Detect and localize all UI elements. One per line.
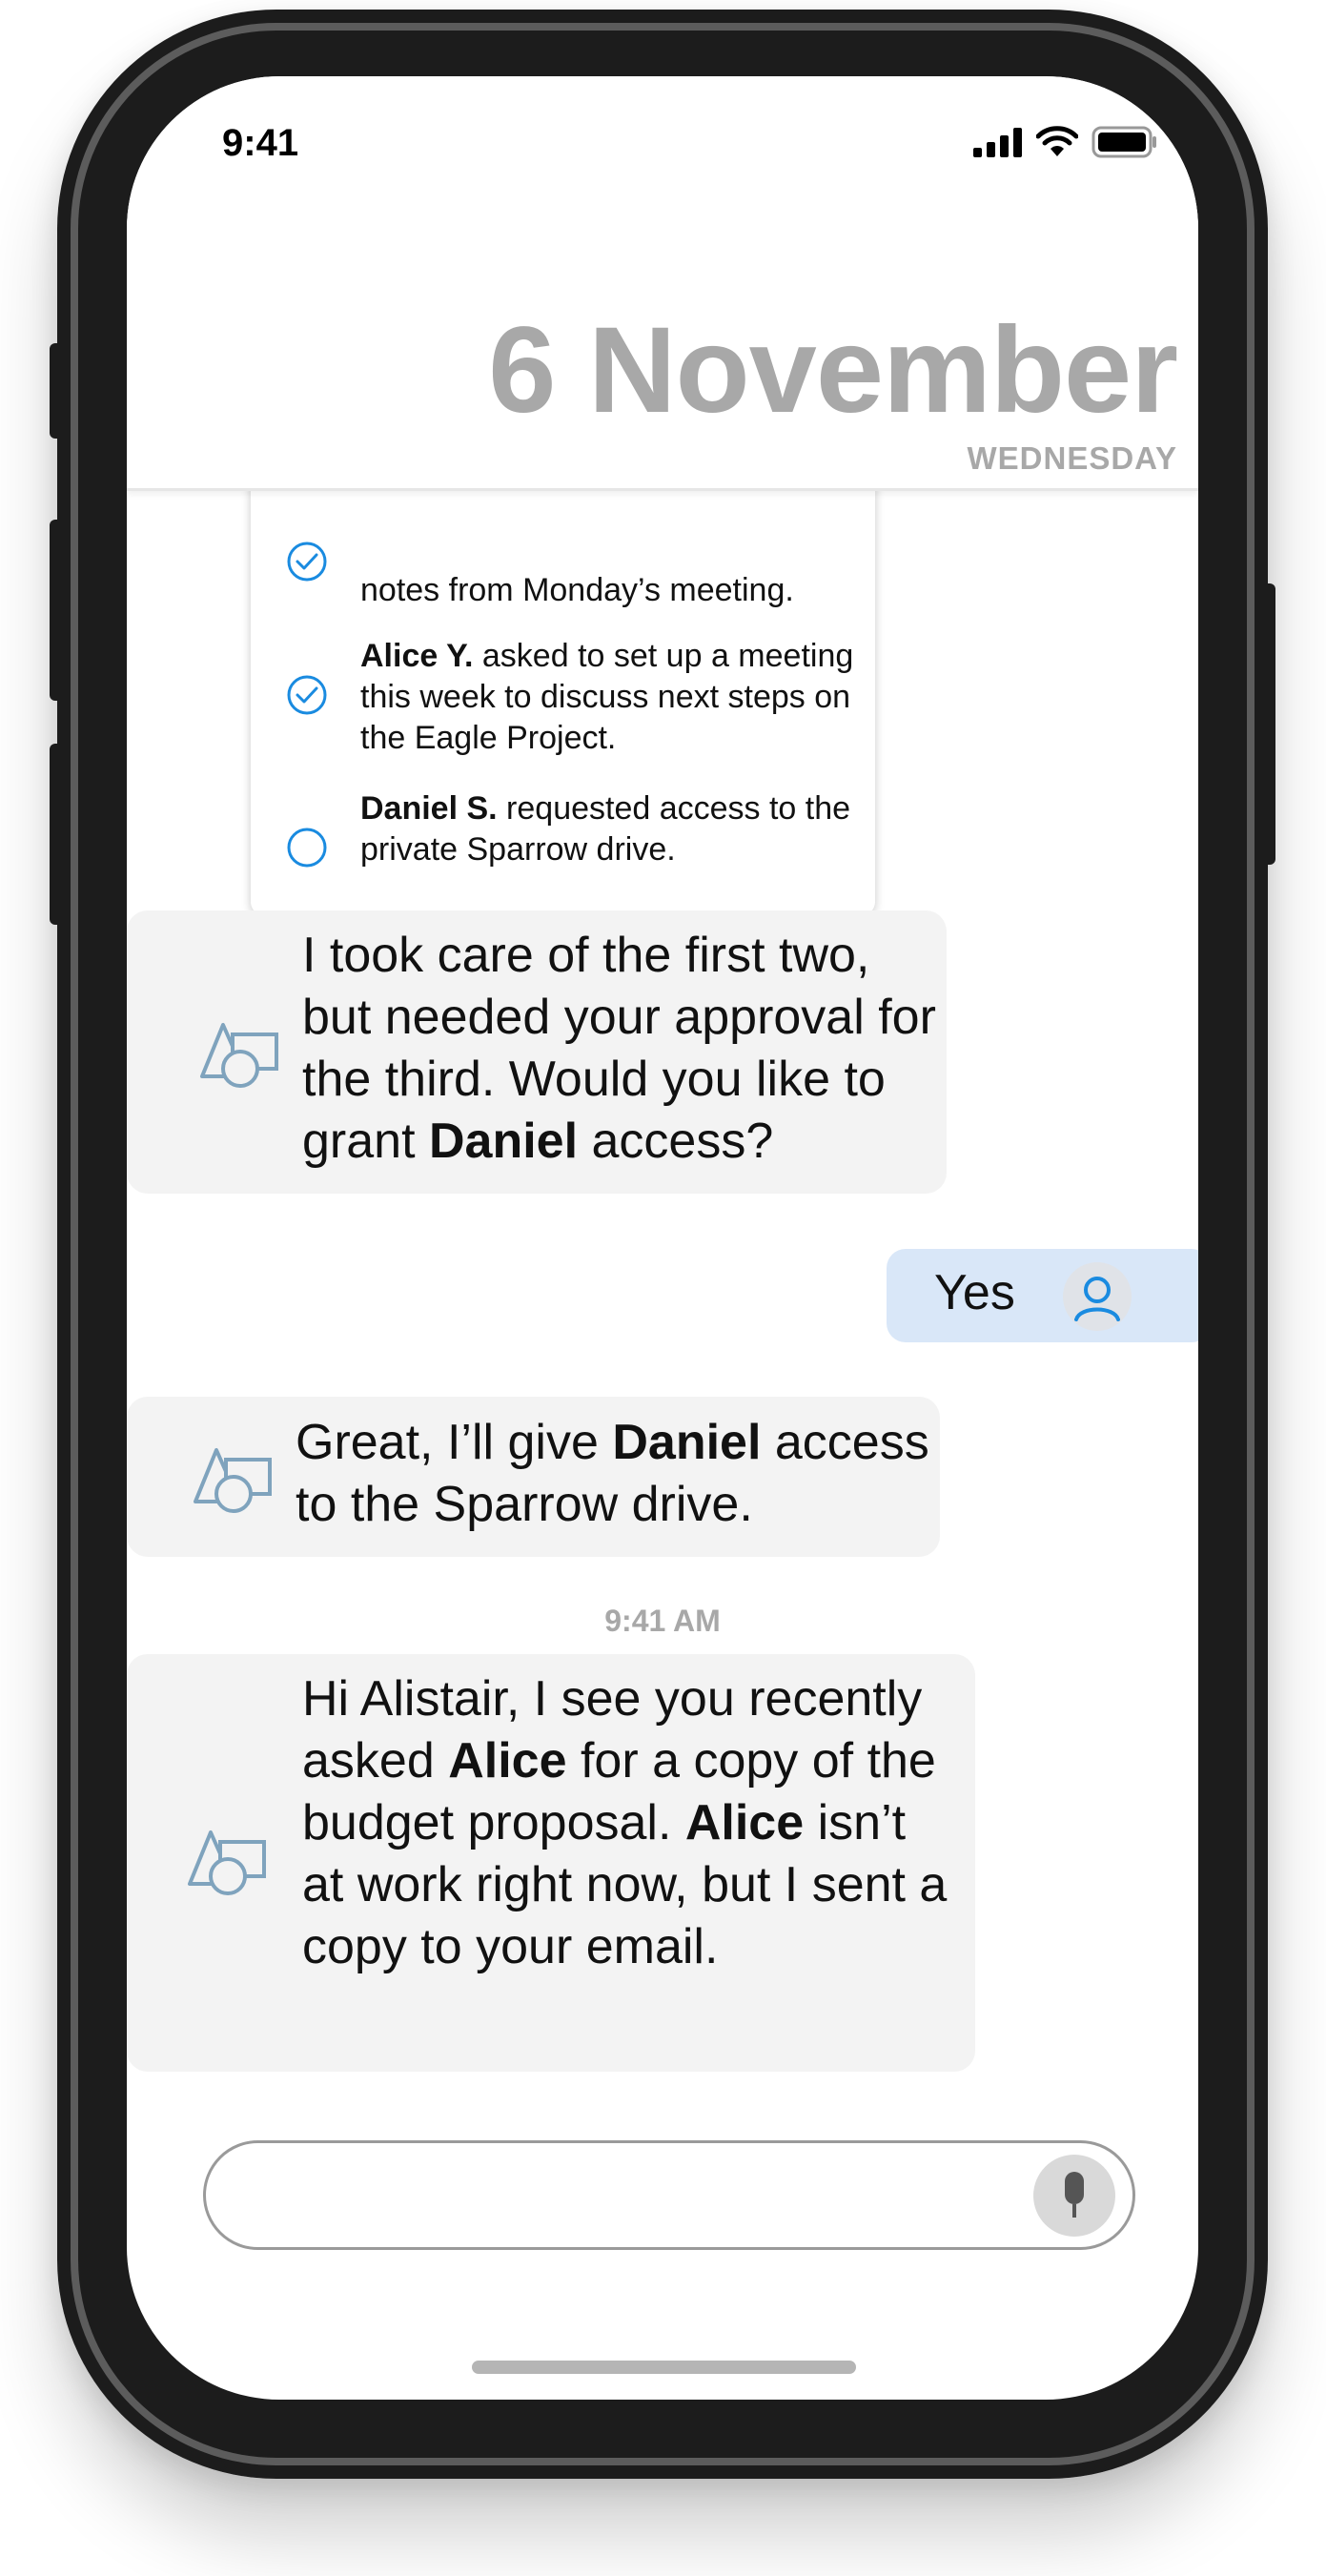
bot-message-bubble: I took care of the first two, but needed… — [127, 910, 947, 1194]
status-time: 9:41 — [222, 122, 299, 164]
home-indicator[interactable] — [472, 2361, 856, 2374]
bot-message-text: I took care of the first two, but needed… — [302, 928, 936, 1169]
task-name: Daniel S. — [360, 790, 498, 827]
task-description: notes from Monday’s meeting. — [360, 572, 794, 608]
microphone-icon — [1065, 2172, 1084, 2218]
volume-up-button — [50, 520, 63, 701]
user-avatar-icon — [1063, 1262, 1132, 1331]
power-button — [1262, 583, 1275, 865]
message-timestamp: 9:41 AM — [604, 1604, 721, 1638]
weekday-label: WEDNESDAY — [967, 440, 1177, 476]
shapes-icon — [200, 1023, 278, 1088]
phone-screen: notes from Monday’s meeting. Alice Y. as… — [127, 76, 1198, 2400]
date-title: 6 November — [488, 302, 1178, 439]
task-name: Alice Y. — [360, 638, 474, 674]
empty-circle-icon[interactable] — [287, 828, 327, 868]
user-message-bubble: Yes — [887, 1249, 1198, 1342]
bot-message-text: Great, I’ll give Daniel access to the Sp… — [296, 1415, 929, 1532]
message-input[interactable] — [203, 2140, 1135, 2250]
bot-message-bubble: Hi Alistair, I see you recently asked Al… — [127, 1654, 975, 2072]
check-circle-icon[interactable] — [287, 542, 327, 582]
status-icons — [973, 126, 1158, 158]
volume-down-button — [50, 744, 63, 925]
microphone-button[interactable] — [1033, 2155, 1115, 2237]
shapes-icon — [188, 1830, 266, 1895]
bot-message-text: Hi Alistair, I see you recently asked Al… — [302, 1671, 948, 1974]
battery-icon — [1091, 126, 1156, 158]
task-text: Daniel S. requested access to the privat… — [360, 788, 856, 870]
task-text: Alice Y. asked to set up a meeting this … — [360, 636, 856, 759]
user-message-text: Yes — [934, 1265, 1015, 1320]
silent-switch — [50, 343, 63, 439]
task-text: notes from Monday’s meeting. — [360, 570, 856, 611]
shapes-icon — [194, 1448, 272, 1513]
wifi-icon — [1036, 126, 1078, 156]
signal-icon — [973, 128, 1022, 157]
bot-message-bubble: Great, I’ll give Daniel access to the Sp… — [127, 1397, 940, 1557]
check-circle-icon[interactable] — [287, 675, 327, 715]
